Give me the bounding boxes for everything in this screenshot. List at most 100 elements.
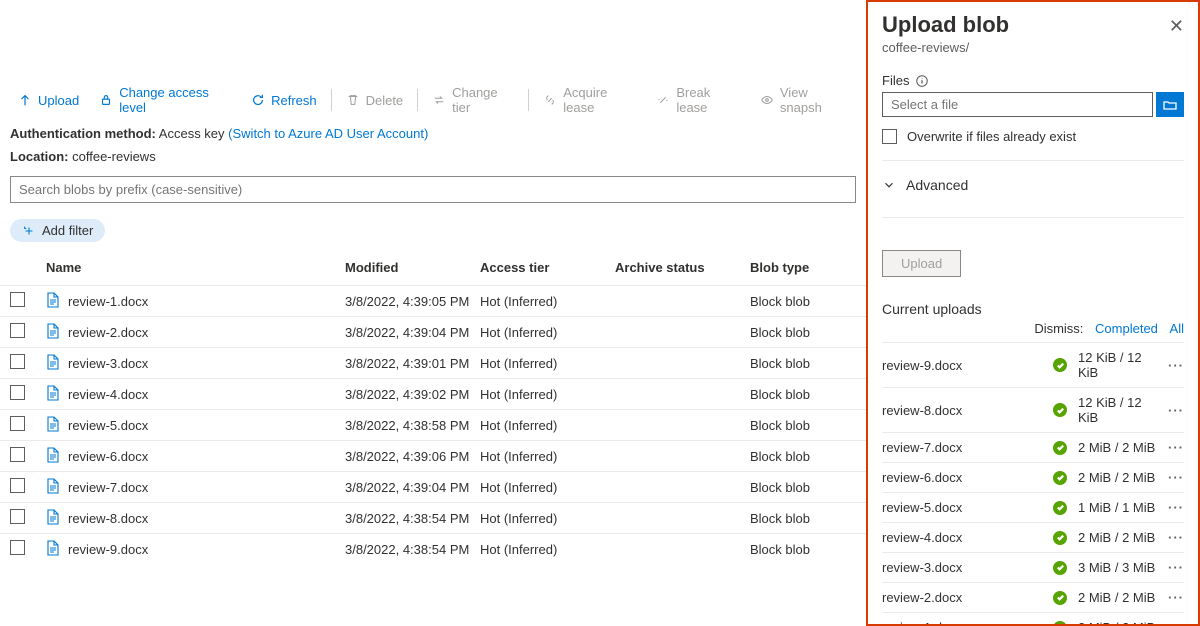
- upload-more-button[interactable]: ···: [1160, 530, 1184, 545]
- acquire-lease-button[interactable]: Acquire lease: [533, 79, 646, 121]
- dismiss-all-link[interactable]: All: [1170, 321, 1184, 336]
- blob-name[interactable]: review-2.docx: [68, 325, 148, 340]
- upload-row: review-8.docx12 KiB / 12 KiB···: [882, 387, 1184, 432]
- view-snapshots-button[interactable]: View snapsh: [750, 79, 858, 121]
- row-checkbox[interactable]: [10, 540, 25, 555]
- success-icon: [1053, 358, 1067, 372]
- upload-more-button[interactable]: ···: [1160, 403, 1184, 418]
- filter-plus-icon: [22, 224, 36, 238]
- location-label: Location:: [10, 149, 69, 164]
- row-checkbox[interactable]: [10, 509, 25, 524]
- success-icon: [1053, 441, 1067, 455]
- table-row[interactable]: review-1.docx3/8/2022, 4:39:05 PMHot (In…: [0, 285, 866, 316]
- toolbar-divider: [417, 89, 418, 111]
- success-icon: [1053, 403, 1067, 417]
- dismiss-label: Dismiss:: [1034, 321, 1083, 336]
- location-value: coffee-reviews: [72, 149, 156, 164]
- document-icon: [46, 509, 60, 528]
- blob-name[interactable]: review-7.docx: [68, 480, 148, 495]
- toolbar: Upload Change access level Refresh Delet: [0, 78, 866, 122]
- row-checkbox[interactable]: [10, 478, 25, 493]
- change-access-button[interactable]: Change access level: [89, 79, 241, 121]
- header-tier[interactable]: Access tier: [480, 260, 615, 275]
- row-checkbox[interactable]: [10, 292, 25, 307]
- blob-type: Block blob: [750, 418, 840, 433]
- advanced-toggle[interactable]: Advanced: [882, 177, 1184, 201]
- blob-tier: Hot (Inferred): [480, 387, 615, 402]
- change-tier-button[interactable]: Change tier: [422, 79, 524, 121]
- table-row[interactable]: review-8.docx3/8/2022, 4:38:54 PMHot (In…: [0, 502, 866, 533]
- blob-tier: Hot (Inferred): [480, 356, 615, 371]
- upload-status: [1050, 531, 1070, 545]
- upload-name: review-3.docx: [882, 560, 1050, 575]
- blob-name[interactable]: review-3.docx: [68, 356, 148, 371]
- document-icon: [46, 292, 60, 311]
- table-row[interactable]: review-9.docx 3/8/2022, 4:38:54 PMHot (In…: [0, 533, 866, 564]
- swap-icon: [432, 93, 446, 107]
- blob-tier: Hot (Inferred): [480, 542, 615, 557]
- upload-more-button[interactable]: ···: [1160, 560, 1184, 575]
- upload-more-button[interactable]: ···: [1160, 620, 1184, 626]
- upload-more-button[interactable]: ···: [1160, 358, 1184, 373]
- change-tier-label: Change tier: [452, 85, 514, 115]
- blob-name[interactable]: review-4.docx: [68, 387, 148, 402]
- break-lease-button[interactable]: Break lease: [646, 79, 750, 121]
- dismiss-row: Dismiss: Completed All: [882, 321, 1184, 336]
- upload-more-button[interactable]: ···: [1160, 440, 1184, 455]
- row-checkbox[interactable]: [10, 385, 25, 400]
- auth-value: Access key: [159, 126, 225, 141]
- header-archive[interactable]: Archive status: [615, 260, 750, 275]
- row-checkbox[interactable]: [10, 447, 25, 462]
- add-filter-button[interactable]: Add filter: [10, 219, 105, 242]
- refresh-button[interactable]: Refresh: [241, 87, 327, 114]
- upload-button[interactable]: Upload: [8, 87, 89, 114]
- row-checkbox[interactable]: [10, 354, 25, 369]
- file-select-input[interactable]: [882, 92, 1153, 117]
- row-checkbox[interactable]: [10, 323, 25, 338]
- browse-button[interactable]: [1156, 92, 1184, 117]
- upload-more-button[interactable]: ···: [1160, 500, 1184, 515]
- blob-name[interactable]: review-9.docx: [68, 542, 148, 557]
- location-line: Location: coffee-reviews: [0, 145, 866, 168]
- upload-status: [1050, 358, 1070, 372]
- header-type[interactable]: Blob type: [750, 260, 840, 275]
- blob-modified: 3/8/2022, 4:39:04 PM: [345, 480, 480, 495]
- table-row[interactable]: review-3.docx3/8/2022, 4:39:01 PMHot (In…: [0, 347, 866, 378]
- table-row[interactable]: review-7.docx3/8/2022, 4:39:04 PMHot (In…: [0, 471, 866, 502]
- table-row[interactable]: review-6.docx3/8/2022, 4:39:06 PMHot (In…: [0, 440, 866, 471]
- header-modified[interactable]: Modified: [345, 260, 480, 275]
- overwrite-checkbox[interactable]: [882, 129, 897, 144]
- upload-submit-button[interactable]: Upload: [882, 250, 961, 277]
- close-icon[interactable]: ✕: [1169, 16, 1184, 37]
- switch-auth-link[interactable]: (Switch to Azure AD User Account): [228, 126, 428, 141]
- upload-row: review-7.docx2 MiB / 2 MiB···: [882, 432, 1184, 462]
- upload-panel: Upload blob ✕ coffee-reviews/ Files Over…: [866, 0, 1200, 626]
- upload-more-button[interactable]: ···: [1160, 590, 1184, 605]
- blob-modified: 3/8/2022, 4:38:54 PM: [345, 542, 480, 557]
- table-row[interactable]: review-5.docx3/8/2022, 4:38:58 PMHot (In…: [0, 409, 866, 440]
- change-access-label: Change access level: [119, 85, 231, 115]
- table-row[interactable]: review-2.docx3/8/2022, 4:39:04 PMHot (In…: [0, 316, 866, 347]
- row-checkbox[interactable]: [10, 416, 25, 431]
- document-icon: [46, 323, 60, 342]
- dismiss-completed-link[interactable]: Completed: [1095, 321, 1158, 336]
- header-name[interactable]: Name: [40, 260, 345, 275]
- blob-name[interactable]: review-8.docx: [68, 511, 148, 526]
- upload-label: Upload: [38, 93, 79, 108]
- overwrite-label: Overwrite if files already exist: [907, 129, 1076, 144]
- blob-name[interactable]: review-1.docx: [68, 294, 148, 309]
- blob-name[interactable]: review-6.docx: [68, 449, 148, 464]
- upload-more-button[interactable]: ···: [1160, 470, 1184, 485]
- upload-name: review-6.docx: [882, 470, 1050, 485]
- blob-name[interactable]: review-5.docx: [68, 418, 148, 433]
- search-input[interactable]: [10, 176, 856, 203]
- table-row[interactable]: review-4.docx 3/8/2022, 4:39:02 PMHot (In…: [0, 378, 866, 409]
- break-lease-label: Break lease: [676, 85, 740, 115]
- upload-size: 1 MiB / 1 MiB: [1070, 500, 1160, 515]
- blob-modified: 3/8/2022, 4:39:02 PM: [345, 387, 480, 402]
- delete-button[interactable]: Delete: [336, 87, 414, 114]
- blob-type: Block blob: [750, 542, 840, 557]
- info-icon[interactable]: [915, 74, 929, 88]
- blob-type: Block blob: [750, 294, 840, 309]
- document-icon: [46, 385, 60, 404]
